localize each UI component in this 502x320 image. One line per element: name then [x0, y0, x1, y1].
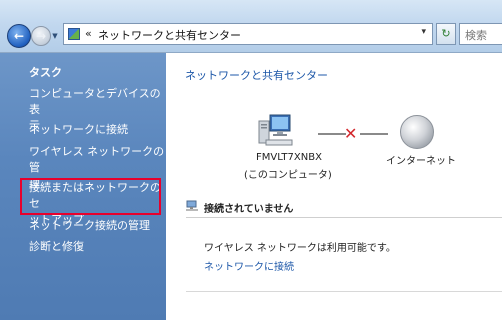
connect-to-network-link[interactable]: ネットワークに接続 [204, 258, 294, 273]
search-placeholder: 検索 [465, 29, 487, 42]
breadcrumb-path[interactable]: ネットワークと共有センター [98, 27, 241, 43]
internet-globe-icon[interactable] [400, 115, 434, 149]
connection-line [360, 133, 388, 135]
forward-arrow-icon: → [35, 29, 47, 43]
network-sharing-center-window: ← → ▼ « ネットワークと共有センター ▾ ↻ 検索 タスク コンピュータと… [0, 0, 502, 320]
section-divider [186, 217, 502, 218]
control-panel-icon [68, 28, 80, 40]
address-dropdown-icon[interactable]: ▾ [421, 27, 426, 37]
address-toolbar: ← → ▼ « ネットワークと共有センター ▾ ↻ 検索 [0, 0, 502, 53]
task-pane-title: タスク [29, 66, 62, 79]
task-label-line: ワイヤレス ネットワークの管 [29, 145, 165, 174]
connection-line [318, 133, 346, 135]
task-diagnose-repair[interactable]: 診断と修復 [29, 239, 84, 255]
connection-status-heading: 接続されていません [204, 204, 294, 215]
refresh-button[interactable]: ↻ [436, 23, 456, 45]
computer-name-label: FMVLT7XNBX [256, 152, 322, 163]
search-input[interactable]: 検索 [459, 23, 502, 45]
main-content: ネットワークと共有センター ✕ FMVLT7XNBX (このコンピュータ) イン… [166, 53, 502, 320]
address-bar[interactable]: « ネットワークと共有センター ▾ [63, 23, 433, 45]
task-pane: タスク コンピュータとデバイスの表 示 ネットワークに接続 ワイヤレス ネットワ… [0, 53, 166, 320]
computer-sub-label: (このコンピュータ) [244, 170, 332, 181]
breadcrumb-chevron[interactable]: « [85, 27, 92, 40]
task-label-line: 診断と修復 [29, 240, 84, 253]
recent-pages-dropdown[interactable]: ▼ [50, 32, 60, 40]
disconnected-x-icon[interactable]: ✕ [344, 124, 357, 143]
task-label-line: ネットワーク接続の管理 [29, 219, 150, 232]
page-title[interactable]: ネットワークと共有センター [185, 67, 328, 83]
back-arrow-icon: ← [13, 29, 25, 43]
computer-icon[interactable] [256, 113, 294, 147]
internet-label: インターネット [386, 156, 456, 167]
back-button[interactable]: ← [7, 24, 31, 48]
wireless-available-text: ワイヤレス ネットワークは利用可能です。 [204, 243, 396, 254]
task-label-line: ネットワークに接続 [29, 123, 128, 136]
forward-button[interactable]: → [31, 26, 51, 46]
task-connect-to-network[interactable]: ネットワークに接続 [29, 122, 128, 138]
highlight-annotation-box [20, 178, 161, 215]
network-status-icon [186, 200, 198, 211]
task-manage-network-connections[interactable]: ネットワーク接続の管理 [29, 218, 150, 234]
section-divider [186, 291, 502, 292]
task-label-line: コンピュータとデバイスの表 [29, 87, 161, 116]
